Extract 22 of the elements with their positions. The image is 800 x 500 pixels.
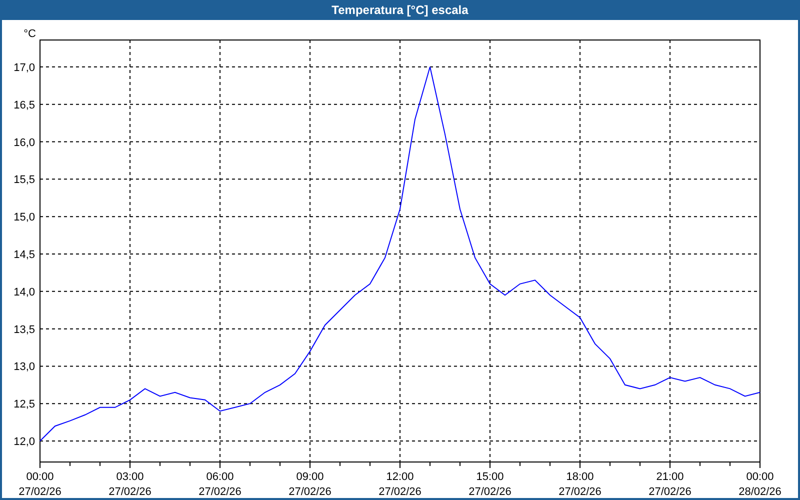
x-tick-label: 21:00 27/02/26 [648, 471, 692, 498]
y-tick-label: 14,5 [14, 249, 35, 261]
y-tick-label: 13,5 [14, 324, 35, 336]
x-tick-label: 00:00 28/02/26 [738, 471, 782, 498]
chart-title: Temperatura [°C] escala [2, 0, 798, 20]
x-tick-label: 06:00 27/02/26 [198, 471, 242, 498]
y-axis-unit: °C [24, 28, 36, 40]
x-tick-label: 12:00 27/02/26 [378, 471, 422, 498]
y-tick-label: 15,0 [14, 212, 35, 224]
y-tick-label: 12,5 [14, 398, 35, 411]
x-tick-label: 15:00 27/02/26 [468, 471, 512, 498]
y-tick-label: 15,5 [14, 174, 35, 186]
x-tick-label: 09:00 27/02/26 [288, 471, 332, 498]
x-tick-label: 00:00 27/02/26 [18, 471, 62, 498]
y-tick-label: 17,0 [14, 62, 35, 74]
x-tick-label: 18:00 27/02/26 [558, 471, 602, 498]
y-tick-label: 13,0 [14, 361, 35, 374]
x-tick-label: 03:00 27/02/26 [108, 471, 152, 498]
y-tick-label: 16,0 [14, 136, 35, 149]
y-tick-label: 14,0 [14, 286, 35, 298]
y-tick-label: 12,0 [14, 436, 35, 448]
y-tick-label: 16,5 [14, 99, 35, 112]
